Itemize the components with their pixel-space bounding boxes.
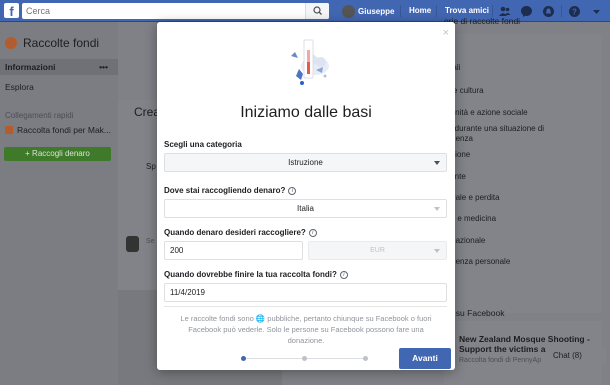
end-date-label: Quando dovrebbe finire la tua raccolta f… [164,270,348,279]
chevron-down-icon [434,207,440,211]
category-item[interactable]: uti durante una situazione di [444,124,544,133]
sidebar-item-info[interactable]: Informazioni ••• [0,59,118,75]
sidebar-item-label: Raccolta fondi per Mak... [17,125,112,135]
selected-value: Istruzione [288,158,323,167]
profile-link[interactable]: Giuseppe [342,4,394,18]
sidebar-title[interactable]: Raccolte fondi [5,36,99,50]
divider [400,5,401,17]
avatar [342,4,355,18]
notifications-icon[interactable] [542,5,555,18]
raise-money-button[interactable]: + Raccogli denaro [4,147,111,161]
divider [561,5,562,17]
next-button[interactable]: Avanti [399,348,451,369]
step-dot [302,356,307,361]
amount-label: Quando denaro desideri raccogliere? i [164,228,317,237]
field-label: Scegli una categoria [164,140,242,149]
svg-text:?: ? [572,8,577,17]
sidebar-title-text: Raccolte fondi [23,36,100,50]
info-icon[interactable]: i [339,270,348,279]
divider [164,306,447,307]
facebook-logo-icon[interactable]: f [4,3,19,19]
category-label: Scegli una categoria [164,140,242,149]
close-icon[interactable]: × [443,28,449,39]
location-label: Dove stai raccogliendo denaro? i [164,186,297,195]
sidebar-item-label: Esplora [5,82,34,92]
chevron-down-icon [434,249,440,253]
profile-name: Giuseppe [358,6,395,16]
amount-input[interactable]: 200 [164,241,303,260]
home-link[interactable]: Home [409,6,431,15]
step-dot-current [241,356,246,361]
selected-value: Italia [297,204,314,213]
info-icon[interactable]: i [308,228,317,237]
field-label: Dove stai raccogliendo denaro? [164,186,286,195]
find-friends-link[interactable]: Trova amici [445,6,489,15]
more-options-icon[interactable]: ••• [99,59,108,75]
search-button[interactable] [305,3,329,19]
currency-select[interactable]: EUR [308,241,447,260]
country-select[interactable]: Italia [164,199,447,218]
chat-tab[interactable]: Chat (8) [547,348,606,364]
field-label: Quando dovrebbe finire la tua raccolta f… [164,270,337,279]
chevron-down-icon [434,161,440,165]
dialog-title: Iniziamo dalle basi [240,104,372,121]
category-select[interactable]: Istruzione [164,153,447,172]
messenger-icon[interactable] [520,5,533,18]
fundraiser-setup-dialog: × Iniziamo dalle basi Scegli una categor… [157,22,455,370]
search-input[interactable] [22,3,292,19]
sidebar-item-label: Informazioni [5,62,56,72]
field-label: Quando denaro desideri raccogliere? [164,228,306,237]
category-item[interactable]: munità e azione sociale [444,108,528,117]
divider [436,5,437,17]
info-icon[interactable]: i [288,186,297,195]
partial-text: Se [146,238,155,245]
help-icon[interactable]: ? [568,5,581,18]
categories-heading: orie di raccolte fondi [444,16,521,26]
thermometer-illustration-icon [291,39,329,85]
categories-panel [444,34,602,313]
search-icon [313,6,322,15]
left-sidebar: Raccolte fondi Informazioni ••• Esplora … [0,22,118,385]
sidebar-item-fundraiser[interactable]: Raccolta fondi per Mak... [0,122,118,138]
avatar [126,236,139,252]
fundraiser-subtitle: Raccolta fondi di PennyAp [459,357,542,364]
fundraiser-icon [5,37,17,49]
fundraiser-icon [5,126,13,134]
step-dot [363,356,368,361]
search-box [22,3,329,19]
sidebar-item-explore[interactable]: Esplora [0,79,118,95]
end-date-input[interactable]: 11/4/2019 [164,283,447,302]
partial-text: Sp [146,162,156,171]
chevron-down-icon[interactable] [590,5,603,18]
step-indicator [241,356,369,362]
selected-value: EUR [370,247,385,254]
privacy-note: Le raccolte fondi sono 🌐 pubbliche, pert… [180,314,432,345]
